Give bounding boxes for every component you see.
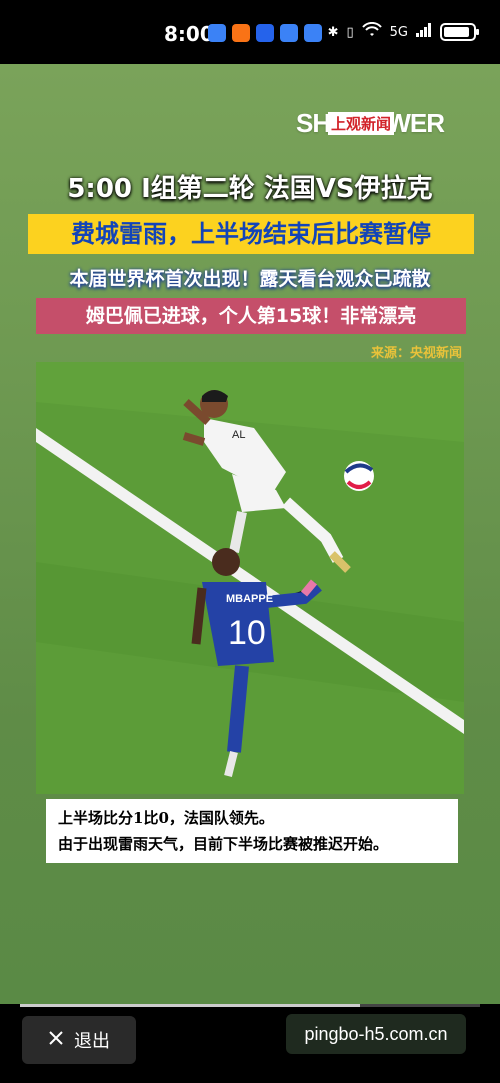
logo-overlay: 上观新闻 [327, 112, 394, 135]
status-bar: 8:00 ✱ ▯ 5G [0, 0, 500, 64]
shopping-app-icon [232, 24, 250, 42]
pet-app-icon-2 [304, 24, 322, 42]
notification-icons [208, 24, 322, 42]
signal-icon [416, 23, 432, 41]
subheadline: 本届世界杯首次出现！露天看台观众已疏散 [69, 268, 431, 290]
match-photo: AL MBAPPE 10 [36, 362, 464, 794]
status-time: 8:00 [164, 22, 214, 46]
opponent-name: AL [232, 429, 245, 441]
source-label: 来源：央视新闻 [370, 346, 462, 361]
caption-box: 上半场比分1比0，法国队领先。 由于出现雷雨天气，目前下半场比赛被推迟开始。 [46, 799, 458, 863]
match-photo-illustration: AL MBAPPE 10 [36, 362, 464, 794]
jersey-name: MBAPPE [226, 593, 273, 605]
exit-label: 退出 [74, 1031, 110, 1052]
jersey-number: 10 [228, 614, 266, 652]
browser-app-icon [256, 24, 274, 42]
banner-yellow: 费城雷雨，上半场结束后比赛暂停 [28, 214, 474, 254]
headline: 5:00 I组第二轮 法国VS伊拉克 [67, 174, 433, 204]
bottom-bar: 退出 pingbo-h5.com.cn [0, 1004, 500, 1083]
bluetooth-icon: ✱ [327, 24, 339, 40]
battery-icon [440, 23, 479, 41]
banner-pink: 姆巴佩已进球，个人第15球！非常漂亮 [36, 298, 466, 334]
exit-button[interactable]: 退出 [22, 1016, 136, 1064]
progress-fill [20, 1004, 361, 1007]
football [344, 461, 374, 491]
network-label: 5G [389, 24, 408, 40]
site-watermark: pingbo-h5.com.cn [286, 1014, 466, 1054]
battery-level [444, 27, 470, 37]
news-poster: SHODOWER 上观新闻 5:00 I组第二轮 法国VS伊拉克 费城雷雨，上半… [0, 64, 500, 1004]
system-icons: ✱ ▯ 5G [327, 21, 479, 42]
progress-bar[interactable] [20, 1004, 480, 1007]
wifi-icon [361, 21, 382, 42]
pet-app-icon [280, 24, 298, 42]
caption-line-1: 上半场比分1比0，法国队领先。 [58, 809, 274, 827]
close-icon [48, 1030, 64, 1051]
caption-line-2: 由于出现雷雨天气，目前下半场比赛被推迟开始。 [58, 835, 389, 853]
vibrate-icon: ▯ [346, 24, 354, 40]
notes-app-icon [208, 24, 226, 42]
